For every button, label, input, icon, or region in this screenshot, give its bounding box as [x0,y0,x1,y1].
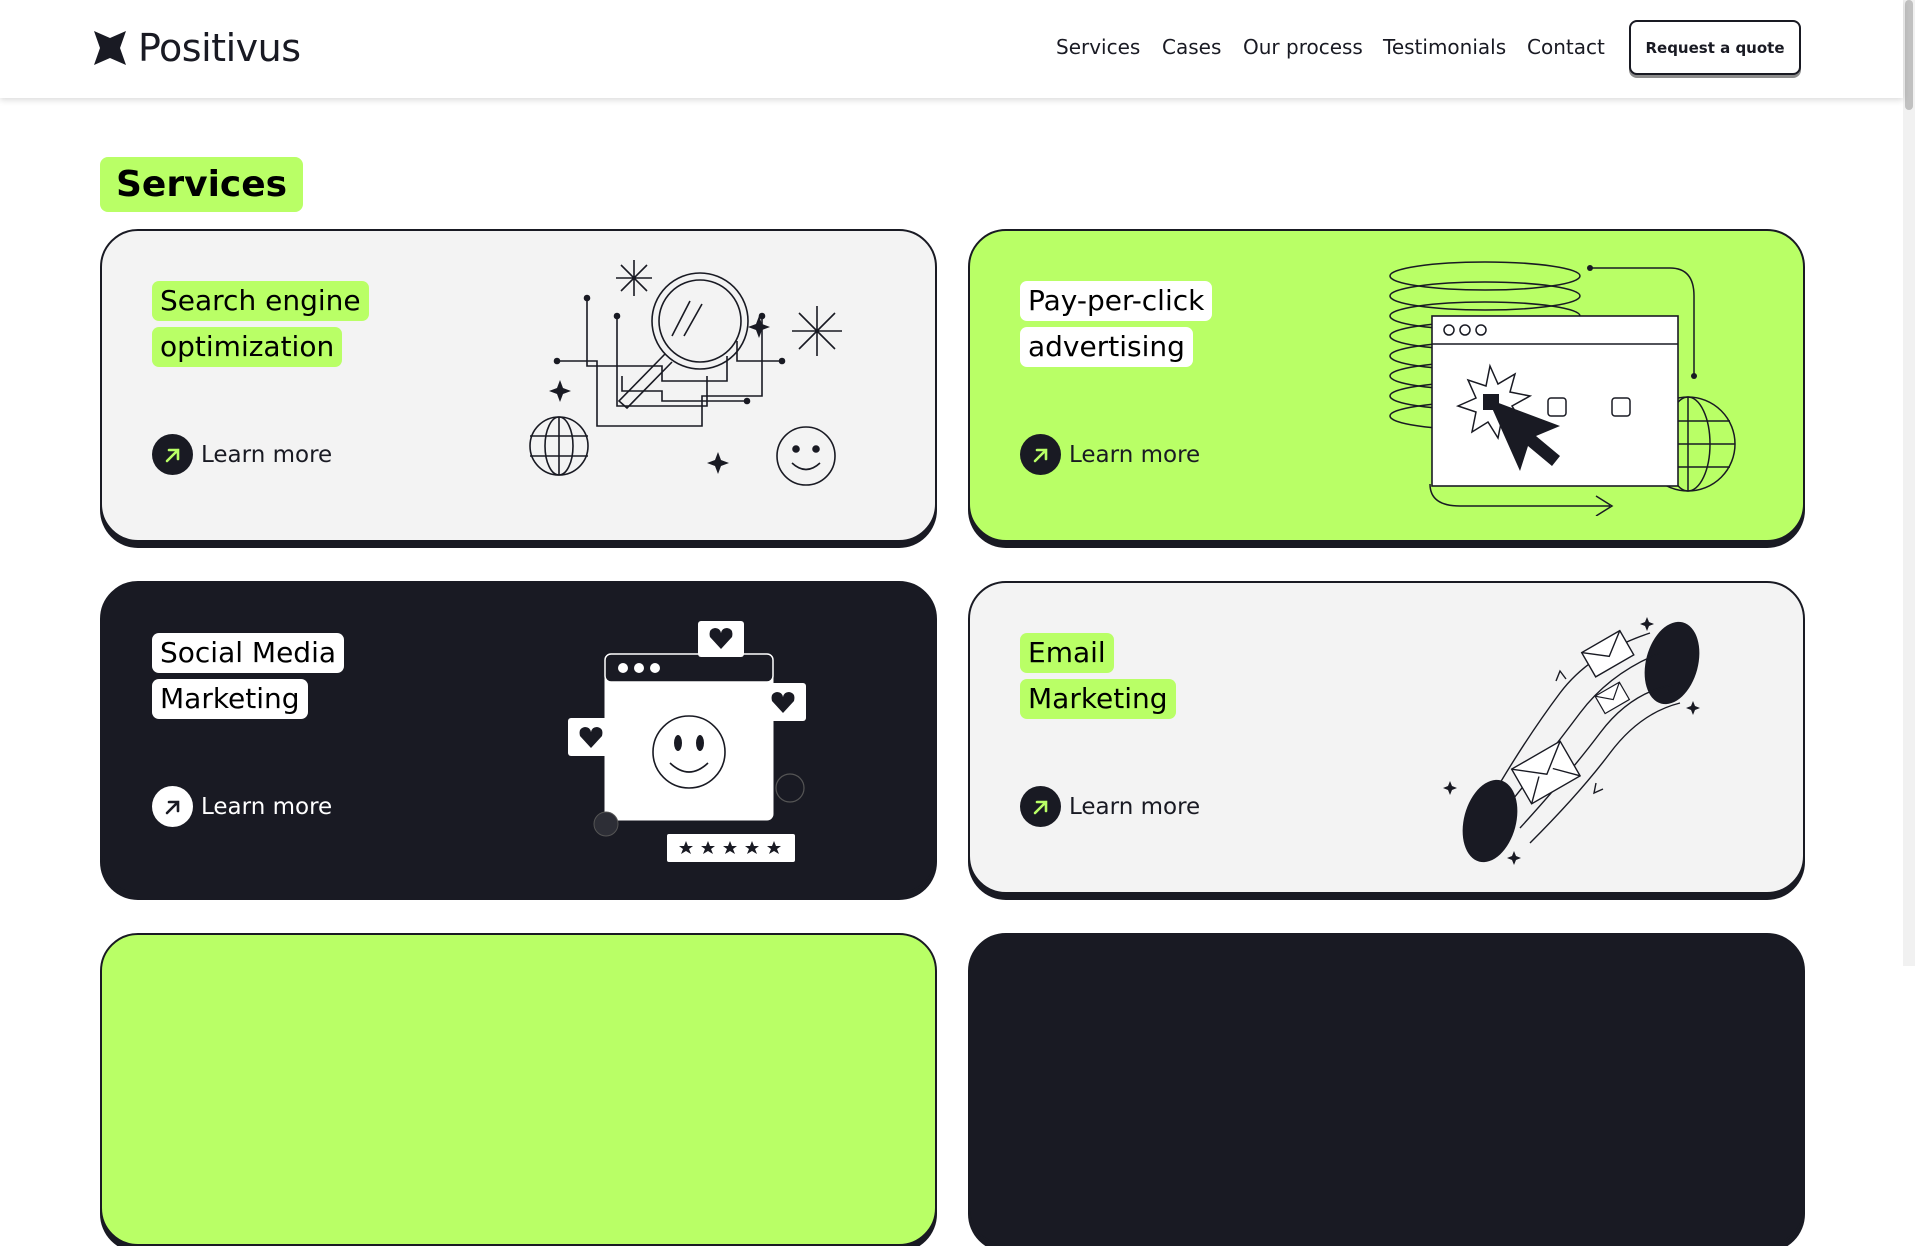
service-card-ppc: Pay-per-click advertising Learn more [968,229,1805,542]
service-card-partial [968,933,1805,1246]
learn-more-link[interactable]: Learn more [152,434,332,475]
learn-more-label: Learn more [201,441,333,468]
arrow-icon [152,434,193,475]
learn-more-label: Learn more [1069,441,1201,468]
service-card-social: Social Media Marketing Learn more [100,581,937,894]
card-title-line: Marketing [152,679,308,719]
learn-more-label: Learn more [201,793,333,820]
service-card-partial [100,933,937,1246]
card-title-line: Marketing [1020,679,1176,719]
card-title-line: Pay-per-click [1020,281,1213,321]
arrow-icon [1020,434,1061,475]
card-title: Search engine optimization [152,281,369,373]
page-scrollbar[interactable] [1903,0,1915,966]
brand-name: Positivus [138,26,301,70]
logo-star-icon [94,31,126,65]
service-card-seo: Search engine optimization Learn more [100,229,937,542]
card-title: Email Marketing [1020,633,1176,725]
card-title: Social Media Marketing [152,633,345,725]
card-title: Pay-per-click advertising [1020,281,1213,373]
learn-more-label: Learn more [1069,793,1201,820]
arrow-icon [1020,786,1061,827]
request-quote-button[interactable]: Request a quote [1629,20,1801,75]
brand-logo[interactable]: Positivus [92,26,301,70]
card-title-line: Social Media [152,633,345,673]
scrollbar-thumb[interactable] [1905,0,1913,110]
section-title: Services [100,157,304,212]
service-card-email: Email Marketing Learn more [968,581,1805,894]
nav-testimonials[interactable]: Testimonials [1383,35,1506,59]
nav-our-process[interactable]: Our process [1243,35,1363,59]
arrow-icon [152,786,193,827]
card-title-line: Email [1020,633,1114,673]
click-cursor-icon [1389,261,1736,516]
learn-more-link[interactable]: Learn more [152,786,332,827]
nav-services[interactable]: Services [1056,35,1140,59]
site-header: Positivus Services Cases Our process Tes… [0,0,1903,98]
magnifier-icon [529,260,842,486]
card-title-line: optimization [152,327,343,367]
card-title-line: advertising [1020,327,1193,367]
social-browser-icon [568,621,806,862]
card-title-line: Search engine [152,281,369,321]
learn-more-link[interactable]: Learn more [1020,434,1200,475]
nav-contact[interactable]: Contact [1527,35,1605,59]
email-portal-icon [1443,617,1700,865]
nav-cases[interactable]: Cases [1162,35,1221,59]
learn-more-link[interactable]: Learn more [1020,786,1200,827]
